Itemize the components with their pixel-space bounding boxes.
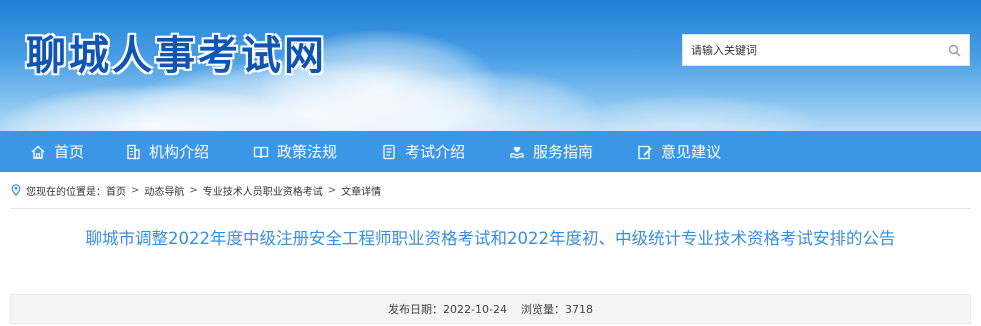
publish-date-label: 发布日期：: [388, 303, 444, 316]
nav-item-home[interactable]: 首页: [30, 131, 125, 172]
header-banner: 聊城人事考试网: [0, 0, 981, 131]
article-meta: 发布日期： 2022-10-24 浏览量： 3718: [10, 294, 971, 324]
building-icon: [125, 144, 141, 160]
edit-icon: [637, 144, 653, 160]
nav-item-label: 服务指南: [533, 143, 594, 161]
nav-item-feedback[interactable]: 意见建议: [637, 131, 765, 172]
search-icon: [948, 44, 961, 57]
publish-date: 2022-10-24: [443, 302, 507, 316]
views-count: 3718: [564, 302, 593, 316]
heart-hand-icon: [509, 144, 525, 160]
views-label: 浏览量：: [520, 303, 565, 316]
breadcrumb: 您现在的位置是： 首页 > 动态导航 > 专业技术人员职业资格考试 > 文章详情: [0, 172, 981, 208]
breadcrumb-separator: >: [327, 184, 337, 196]
site-title[interactable]: 聊城人事考试网: [26, 23, 327, 81]
nav-item-label: 政策法规: [277, 143, 338, 161]
nav-item-label: 机构介绍: [149, 143, 210, 161]
nav-item-service[interactable]: 服务指南: [509, 131, 637, 172]
nav-item-label: 首页: [54, 143, 85, 161]
nav-item-about[interactable]: 机构介绍: [125, 131, 253, 172]
main-nav: 首页 机构介绍 政策法规 考试介绍 服务指南 意见建议: [0, 131, 981, 172]
breadcrumb-separator: >: [131, 184, 140, 196]
breadcrumb-link-dynamic-nav[interactable]: 动态导航: [144, 183, 184, 198]
search-box: [682, 34, 970, 66]
breadcrumb-prefix: 您现在的位置是：: [26, 186, 106, 198]
breadcrumb-link-category[interactable]: 专业技术人员职业资格考试: [203, 183, 323, 198]
location-pin-icon: [11, 184, 21, 196]
banner-cloud: [560, 95, 820, 131]
nav-item-policy[interactable]: 政策法规: [253, 131, 381, 172]
article-title: 聊城市调整2022年度中级注册安全工程师职业资格考试和2022年度初、中级统计专…: [85, 229, 896, 248]
breadcrumb-link-home[interactable]: 首页: [106, 183, 126, 198]
home-icon: [30, 144, 46, 160]
document-icon: [381, 144, 397, 160]
nav-item-label: 意见建议: [661, 143, 722, 161]
search-input[interactable]: [683, 35, 939, 65]
search-button[interactable]: [939, 35, 969, 65]
book-icon: [253, 144, 269, 160]
nav-item-label: 考试介绍: [405, 143, 466, 161]
breadcrumb-separator: >: [189, 184, 198, 196]
nav-item-exam[interactable]: 考试介绍: [381, 131, 509, 172]
breadcrumb-current: 文章详情: [341, 186, 382, 198]
